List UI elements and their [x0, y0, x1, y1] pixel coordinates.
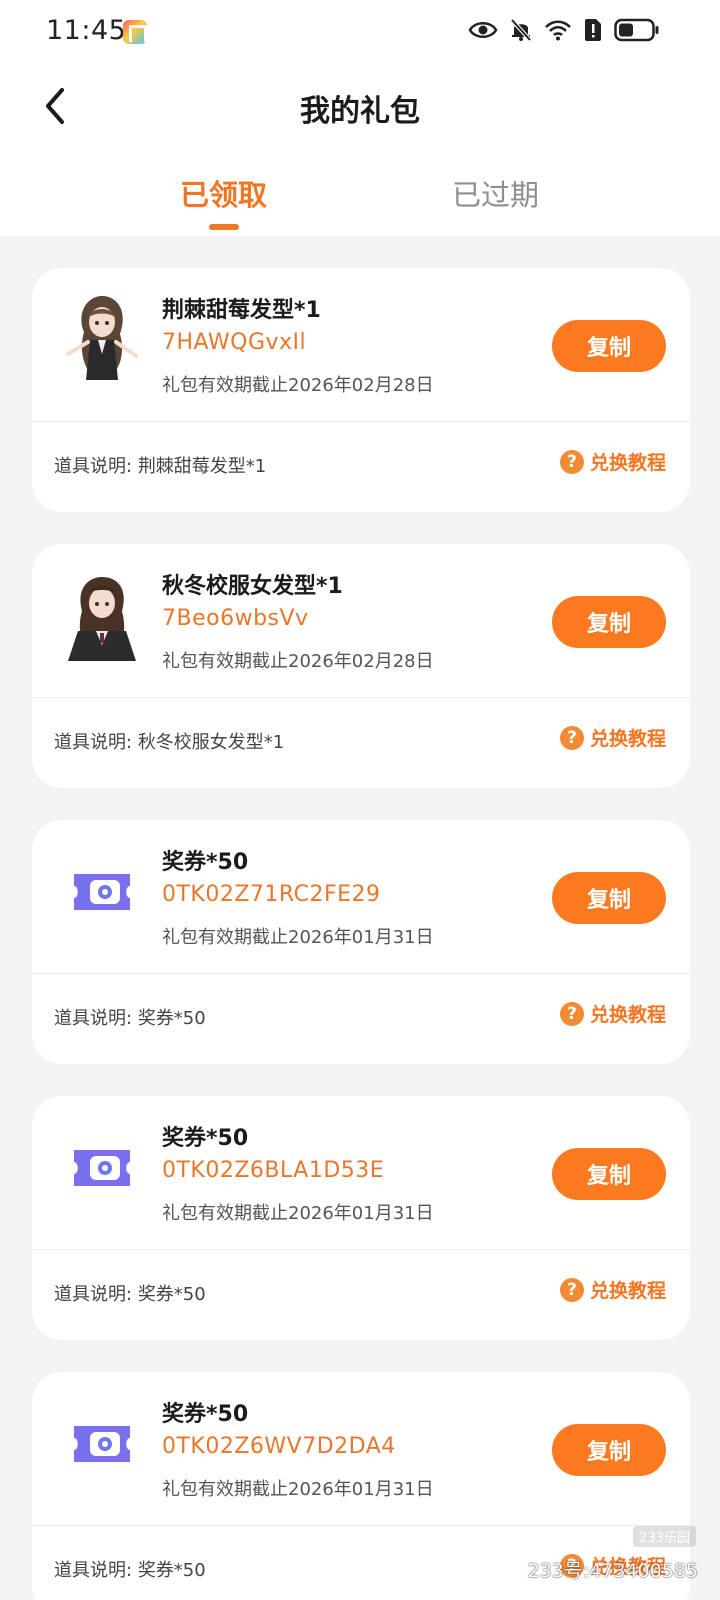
watermark-account: 233号:473400585: [527, 1560, 698, 1582]
gift-name: 秋冬校服女发型*1: [162, 574, 343, 599]
gift-expiry: 礼包有效期截止2026年02月28日: [162, 651, 434, 672]
gift-code: 7HAWQGvxIl: [162, 330, 307, 355]
tutorial-label: 兑换教程: [589, 1280, 666, 1302]
copy-button[interactable]: 复制: [552, 596, 666, 648]
description-label: 道具说明:: [54, 456, 133, 477]
item-description: 道具说明: 秋冬校服女发型*1: [54, 728, 284, 754]
description-value: 秋冬校服女发型*1: [137, 732, 285, 753]
tab-received[interactable]: 已领取: [180, 172, 267, 214]
gift-code: 7Beo6wbsVv: [162, 606, 309, 631]
tutorial-label: 兑换教程: [589, 728, 666, 750]
tutorial-label: 兑换教程: [589, 1004, 666, 1026]
item-description: 道具说明: 奖券*50: [54, 1556, 206, 1582]
description-value: 奖券*50: [137, 1560, 206, 1581]
divider: [32, 1525, 690, 1526]
navigation-bar: 我的礼包: [0, 66, 720, 150]
copy-button[interactable]: 复制: [552, 872, 666, 924]
status-bar: 11:45: [0, 0, 720, 66]
gift-code: 0TK02Z6WV7D2DA4: [162, 1434, 396, 1459]
watermark-brand: 233乐园: [633, 1526, 696, 1547]
copy-button[interactable]: 复制: [552, 320, 666, 372]
system-icons: [468, 18, 660, 42]
redeem-tutorial-link[interactable]: ? 兑换教程: [559, 1276, 666, 1303]
question-icon: ?: [559, 1001, 584, 1026]
gift-code: 0TK02Z71RC2FE29: [162, 882, 381, 907]
description-value: 奖券*50: [137, 1284, 206, 1305]
item-description: 道具说明: 奖券*50: [54, 1004, 206, 1030]
gift-name: 荆棘甜莓发型*1: [162, 298, 321, 323]
question-icon: ?: [559, 1277, 584, 1302]
question-icon: ?: [559, 725, 584, 750]
wifi-icon: [545, 20, 571, 41]
status-time: 11:45: [46, 15, 127, 46]
app-notification-icon: [123, 20, 147, 44]
description-label: 道具说明:: [54, 1008, 133, 1029]
top-bar: 11:45 我的礼包 已领取 已过期: [0, 0, 720, 236]
ticket-icon: [54, 844, 150, 940]
copy-button[interactable]: 复制: [552, 1148, 666, 1200]
gift-expiry: 礼包有效期截止2026年02月28日: [162, 375, 434, 396]
copy-button[interactable]: 复制: [552, 1424, 666, 1476]
question-icon: ?: [559, 449, 584, 474]
item-description: 道具说明: 奖券*50: [54, 1280, 206, 1306]
description-label: 道具说明:: [54, 1284, 133, 1305]
tab-expired[interactable]: 已过期: [452, 172, 539, 214]
character-avatar-icon: [54, 292, 150, 388]
description-value: 荆棘甜莓发型*1: [137, 456, 267, 477]
redeem-tutorial-link[interactable]: ? 兑换教程: [559, 1000, 666, 1027]
gift-list: 荆棘甜莓发型*1 7HAWQGvxIl 礼包有效期截止2026年02月28日 复…: [32, 268, 690, 1600]
gift-card: 奖券*50 0TK02Z71RC2FE29 礼包有效期截止2026年01月31日…: [32, 820, 690, 1064]
redeem-tutorial-link[interactable]: ? 兑换教程: [559, 448, 666, 475]
ticket-icon: [54, 1396, 150, 1492]
sim-alert-icon: [585, 19, 601, 41]
active-tab-indicator: [209, 224, 239, 230]
description-value: 奖券*50: [137, 1008, 206, 1029]
description-label: 道具说明:: [54, 1560, 133, 1581]
eye-icon: [468, 22, 498, 38]
divider: [32, 1249, 690, 1250]
tutorial-label: 兑换教程: [589, 452, 666, 474]
tab-bar: 已领取 已过期: [0, 160, 720, 236]
divider: [32, 973, 690, 974]
gift-name: 奖券*50: [162, 1402, 249, 1427]
gift-card: 荆棘甜莓发型*1 7HAWQGvxIl 礼包有效期截止2026年02月28日 复…: [32, 268, 690, 512]
gift-name: 奖券*50: [162, 850, 249, 875]
page-title: 我的礼包: [300, 94, 420, 129]
ticket-icon: [54, 1120, 150, 1216]
divider: [32, 421, 690, 422]
gift-code: 0TK02Z6BLA1D53E: [162, 1158, 385, 1183]
gift-name: 奖券*50: [162, 1126, 249, 1151]
gift-expiry: 礼包有效期截止2026年01月31日: [162, 927, 434, 948]
divider: [32, 697, 690, 698]
gift-card: 秋冬校服女发型*1 7Beo6wbsVv 礼包有效期截止2026年02月28日 …: [32, 544, 690, 788]
item-description: 道具说明: 荆棘甜莓发型*1: [54, 452, 266, 478]
battery-icon: [614, 18, 659, 42]
redeem-tutorial-link[interactable]: ? 兑换教程: [559, 724, 666, 751]
gift-expiry: 礼包有效期截止2026年01月31日: [162, 1479, 434, 1500]
gift-card: 奖券*50 0TK02Z6BLA1D53E 礼包有效期截止2026年01月31日…: [32, 1096, 690, 1340]
description-label: 道具说明:: [54, 732, 133, 753]
gift-expiry: 礼包有效期截止2026年01月31日: [162, 1203, 434, 1224]
character-avatar-icon: [54, 568, 150, 664]
mute-bell-icon: [510, 18, 532, 42]
